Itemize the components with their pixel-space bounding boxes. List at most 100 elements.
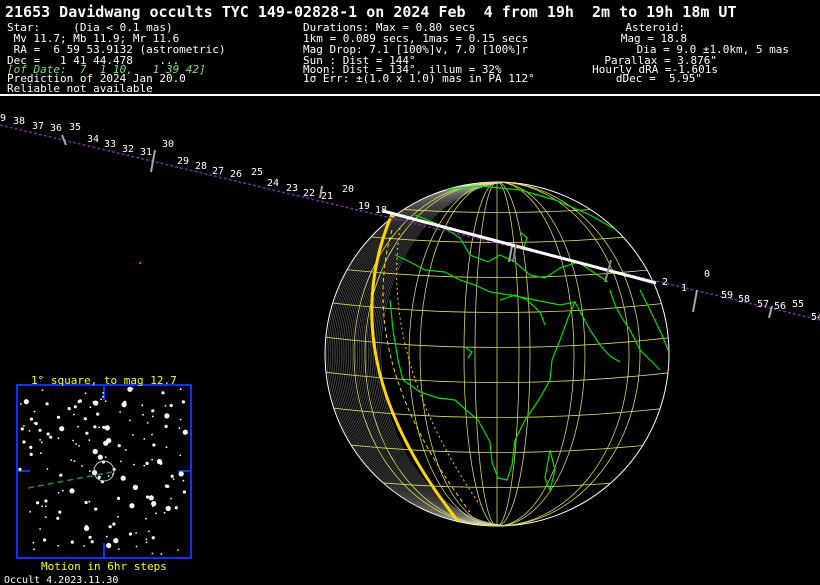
- star: [117, 548, 120, 550]
- star: [112, 522, 116, 526]
- star: [169, 403, 173, 408]
- star: [85, 431, 89, 435]
- star: [125, 449, 127, 451]
- star: [131, 387, 134, 390]
- star: [117, 444, 121, 448]
- star: [179, 454, 182, 457]
- star: [59, 473, 63, 477]
- track-minute-label: 19: [358, 201, 370, 212]
- star: [164, 424, 168, 428]
- star: [100, 398, 102, 400]
- star: [73, 413, 75, 416]
- star: [143, 438, 146, 440]
- track-minute-label: 38: [13, 116, 25, 127]
- star: [105, 535, 108, 538]
- star: [170, 474, 174, 478]
- star: [58, 510, 62, 514]
- star: [18, 467, 22, 471]
- map-graphics: 9 38 37 36 3534 33 32 313029 28 27 26 2524 23 22 21201…: [0, 94, 820, 559]
- track-minute-label: 58: [738, 294, 750, 305]
- track-minute-label: 31: [140, 147, 152, 158]
- star: [41, 389, 44, 391]
- star: [151, 501, 157, 507]
- star: [151, 433, 153, 436]
- track-minute-label: 55: [792, 299, 804, 310]
- star: [33, 548, 35, 551]
- star: [84, 525, 90, 532]
- star: [176, 549, 179, 551]
- star: [45, 505, 47, 507]
- star: [145, 461, 149, 465]
- star: [89, 406, 92, 409]
- star: [46, 468, 49, 470]
- star: [67, 407, 71, 411]
- star: [29, 445, 33, 449]
- track-minute-label: 37: [32, 121, 44, 132]
- star: [36, 501, 40, 505]
- star: [78, 445, 80, 447]
- star: [120, 460, 122, 463]
- track-minute-label: 26: [230, 169, 242, 180]
- track-minute-label: 27: [212, 166, 224, 177]
- star: [23, 399, 29, 405]
- star: [152, 443, 156, 447]
- star: [174, 506, 178, 510]
- star: [156, 458, 162, 465]
- star: [94, 507, 98, 511]
- star: [143, 464, 146, 467]
- star: [102, 392, 104, 394]
- star: [98, 426, 100, 429]
- star: [34, 421, 38, 426]
- track-minute-label: 36: [50, 123, 62, 134]
- star: [77, 425, 79, 428]
- star: [128, 532, 133, 536]
- star: [92, 400, 96, 404]
- star: [119, 411, 121, 413]
- star: [104, 425, 110, 431]
- track-minute-label: 9: [0, 113, 6, 124]
- star: [108, 525, 112, 529]
- star: [60, 426, 64, 431]
- star: [20, 427, 24, 431]
- star: [182, 479, 185, 482]
- star: [106, 542, 112, 549]
- star: [151, 552, 154, 555]
- track-minute-label: 21: [321, 191, 333, 202]
- star: [75, 443, 77, 445]
- star: [43, 538, 47, 542]
- star: [151, 415, 154, 418]
- star: [145, 495, 150, 499]
- star: [83, 417, 87, 421]
- star: [72, 439, 74, 442]
- star: [145, 538, 148, 541]
- star: [113, 538, 119, 544]
- star: [39, 439, 41, 441]
- star: [23, 425, 25, 427]
- star: [142, 413, 145, 416]
- star: [151, 409, 155, 413]
- star: [129, 503, 135, 509]
- software-version: Occult 4.2023.11.30: [4, 575, 119, 585]
- track-minute-label: 34: [87, 134, 99, 145]
- track-minute-label: 32: [122, 144, 134, 155]
- star: [165, 446, 168, 449]
- star: [57, 492, 60, 494]
- star: [88, 500, 91, 503]
- star: [73, 405, 77, 409]
- star: [104, 400, 107, 402]
- star: [57, 437, 60, 440]
- star: [163, 511, 166, 514]
- star: [132, 434, 134, 436]
- star: [32, 541, 35, 544]
- star: [96, 412, 100, 416]
- star: [178, 427, 181, 429]
- star: [29, 510, 32, 513]
- star: [70, 540, 74, 544]
- star-chart-frame: [16, 384, 192, 559]
- track-minute-label: 2: [662, 277, 668, 288]
- star: [102, 395, 104, 398]
- star: [29, 452, 33, 456]
- star: [40, 441, 43, 444]
- star: [151, 458, 154, 461]
- sub-solar-marker: [138, 261, 142, 265]
